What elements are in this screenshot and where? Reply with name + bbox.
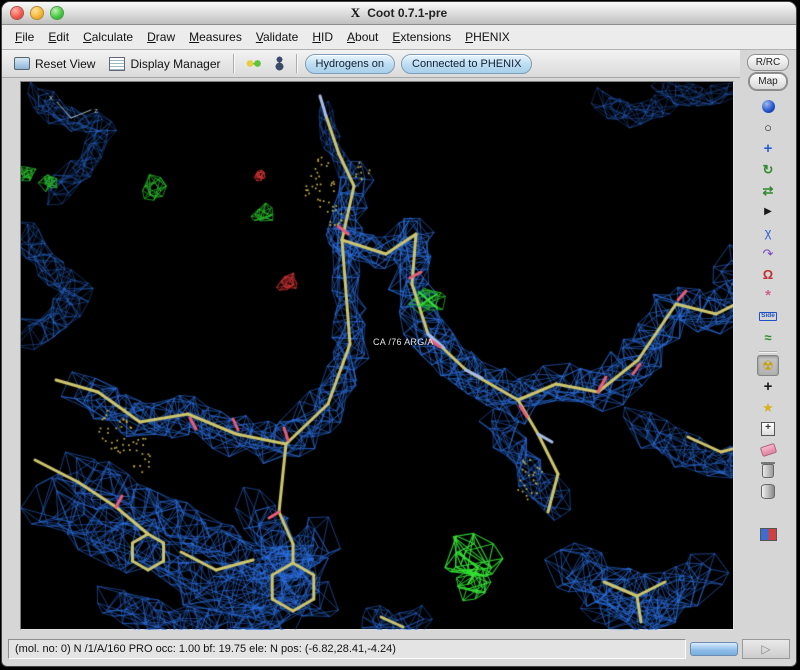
zoom-button[interactable] xyxy=(51,7,63,19)
main-row: Reset View Display Manager Hydrogens on … xyxy=(2,50,796,636)
rotate-arrow-icon: ↻ xyxy=(762,162,774,177)
status-bar: (mol. no: 0) N /1/A/160 PRO occ: 1.00 bf… xyxy=(8,639,686,659)
menu-bar: File Edit Calculate Draw Measures Valida… xyxy=(2,25,796,50)
rtool-star-button[interactable]: ★ xyxy=(757,397,779,418)
rtool-play-button[interactable]: ▶ xyxy=(757,201,779,222)
side-chain-icon: Side xyxy=(759,312,777,321)
rtool-swap-button[interactable]: ⇄ xyxy=(757,180,779,201)
move-cross-icon: + xyxy=(763,140,773,157)
status-scrollbar-thumb[interactable] xyxy=(690,642,738,656)
chi-angle-icon: χ xyxy=(764,225,772,240)
rtool-plus-button[interactable]: + xyxy=(757,376,779,397)
image-icon xyxy=(759,528,777,541)
title-bar[interactable]: X Coot 0.7.1-pre xyxy=(2,2,796,25)
curved-arrow-icon: ↷ xyxy=(762,246,774,261)
window-controls xyxy=(11,7,63,19)
sphere-icon xyxy=(761,100,775,113)
status-text: (mol. no: 0) N /1/A/160 PRO occ: 1.00 bf… xyxy=(15,643,396,655)
menu-validate[interactable]: Validate xyxy=(249,27,306,47)
map-button[interactable]: Map xyxy=(749,73,787,90)
menu-phenix[interactable]: PHENIX xyxy=(458,27,517,47)
menu-file[interactable]: File xyxy=(8,27,41,47)
expander-panel[interactable]: ▷ xyxy=(742,639,790,659)
rtool-curve-button[interactable]: ↷ xyxy=(757,243,779,264)
rtool-sphere-button[interactable] xyxy=(757,96,779,117)
reset-view-button[interactable]: Reset View xyxy=(10,55,99,73)
display-manager-label: Display Manager xyxy=(130,56,221,71)
menu-extensions[interactable]: Extensions xyxy=(385,27,458,47)
menu-measures[interactable]: Measures xyxy=(182,27,249,47)
status-row: (mol. no: 0) N /1/A/160 PRO occ: 1.00 bf… xyxy=(2,636,796,666)
left-column: Reset View Display Manager Hydrogens on … xyxy=(2,50,740,636)
phenix-status-button[interactable]: Connected to PHENIX xyxy=(401,53,533,74)
rtool-move-button[interactable]: + xyxy=(757,138,779,159)
menu-about[interactable]: About xyxy=(340,27,385,47)
menu-calculate[interactable]: Calculate xyxy=(76,27,140,47)
radiation-icon: ☢ xyxy=(762,358,774,373)
rtool-chi-button[interactable]: χ xyxy=(757,222,779,243)
menu-hid[interactable]: HID xyxy=(305,27,340,47)
molecular-viewport[interactable] xyxy=(21,82,733,630)
model-tool-button[interactable] xyxy=(242,57,265,70)
rtool-waves-button[interactable]: ≈ xyxy=(757,327,779,348)
menu-edit[interactable]: Edit xyxy=(41,27,76,47)
waves-icon: ≈ xyxy=(764,330,772,345)
monitor-icon xyxy=(14,57,30,70)
rtool-circle-button[interactable]: ○ xyxy=(757,117,779,138)
viewport-frame: CA /76 ARG/A xyxy=(20,81,734,630)
toolbar-separator xyxy=(759,351,777,352)
rtool-radiation-button[interactable]: ☢ xyxy=(757,355,779,376)
rtool-magnet-button[interactable]: Ω xyxy=(757,264,779,285)
rtool-asterisk-button[interactable]: * xyxy=(757,285,779,306)
toolbar-separator xyxy=(295,54,297,73)
reset-view-label: Reset View xyxy=(35,56,96,71)
trash-icon xyxy=(761,461,775,478)
rtool-trash-button[interactable] xyxy=(757,460,779,481)
rtool-rotate-button[interactable]: ↻ xyxy=(757,159,779,180)
rtool-cylinder-button[interactable] xyxy=(757,481,779,502)
circle-icon: ○ xyxy=(764,120,772,135)
goto-atom-button[interactable] xyxy=(271,54,288,73)
cylinder-icon xyxy=(761,484,775,499)
rtool-plus-box-button[interactable]: + xyxy=(757,418,779,439)
eraser-icon xyxy=(759,442,777,457)
swap-arrows-icon: ⇄ xyxy=(762,183,774,198)
main-toolbar: Reset View Display Manager Hydrogens on … xyxy=(2,50,740,78)
rrc-button[interactable]: R/RC xyxy=(746,54,790,71)
dumbbell-icon xyxy=(245,59,261,68)
menu-draw[interactable]: Draw xyxy=(140,27,182,47)
window-title: X Coot 0.7.1-pre xyxy=(2,5,796,21)
display-manager-button[interactable]: Display Manager xyxy=(105,55,224,73)
asterisk-icon: * xyxy=(765,287,771,304)
close-button[interactable] xyxy=(11,7,23,19)
window-title-text: Coot 0.7.1-pre xyxy=(367,6,448,20)
triangle-right-icon: ▷ xyxy=(761,642,771,656)
star-icon: ★ xyxy=(762,400,774,415)
right-column: R/RC Map ○ + ↻ ⇄ ▶ χ ↷ Ω * Side ≈ ☢ + ★ … xyxy=(740,50,796,636)
figure-icon xyxy=(274,56,284,71)
magnet-icon: Ω xyxy=(762,267,774,282)
hydrogens-toggle-button[interactable]: Hydrogens on xyxy=(304,53,396,74)
play-triangle-icon: ▶ xyxy=(764,205,772,217)
rtool-side-chain-button[interactable]: Side xyxy=(757,306,779,327)
modelling-toolbar: ○ + ↻ ⇄ ▶ χ ↷ Ω * Side ≈ ☢ + ★ + xyxy=(755,96,781,636)
rtool-image-button[interactable] xyxy=(757,524,779,545)
minimize-button[interactable] xyxy=(31,7,43,19)
list-icon xyxy=(109,56,126,71)
rtool-eraser-button[interactable] xyxy=(757,439,779,460)
plus-box-icon: + xyxy=(761,421,775,436)
coot-window: X Coot 0.7.1-pre File Edit Calculate Draw… xyxy=(2,2,796,666)
x11-icon: X xyxy=(350,5,361,20)
plus-icon: + xyxy=(763,378,773,395)
toolbar-separator xyxy=(232,54,234,73)
